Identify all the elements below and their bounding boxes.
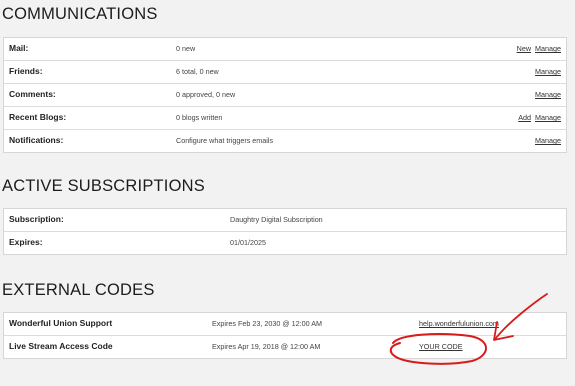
recent-blogs-value: 0 blogs written <box>176 113 223 122</box>
external-codes-title: EXTERNAL CODES <box>2 281 155 299</box>
comments-value: 0 approved, 0 new <box>176 90 236 99</box>
external-code-row: Live Stream Access Code Expires Apr 19, … <box>4 335 566 358</box>
external-code-expires: Expires Apr 19, 2018 @ 12:00 AM <box>212 342 321 351</box>
notifications-label: Notifications: <box>9 135 64 145</box>
subscriptions-panel: Subscription: Daughtry Digital Subscript… <box>3 208 567 255</box>
blogs-manage-link[interactable]: Manage <box>535 113 561 122</box>
notifications-value: Configure what triggers emails <box>176 136 274 145</box>
external-code-label: Live Stream Access Code <box>9 341 113 351</box>
external-codes-panel: Wonderful Union Support Expires Feb 23, … <box>3 312 567 359</box>
mail-value: 0 new <box>176 44 196 53</box>
blogs-add-link[interactable]: Add <box>518 113 531 122</box>
friends-value: 6 total, 0 new <box>176 67 219 76</box>
expires-row: Expires: 01/01/2025 <box>4 231 566 254</box>
comments-manage-link[interactable]: Manage <box>535 90 561 99</box>
communications-panel: Mail: 0 new New Manage Friends: 6 total,… <box>3 37 567 153</box>
support-link[interactable]: help.wonderfulunion.com <box>419 319 499 328</box>
your-code-link[interactable]: YOUR CODE <box>419 342 463 351</box>
comm-row-friends: Friends: 6 total, 0 new Manage <box>4 60 566 83</box>
mail-manage-link[interactable]: Manage <box>535 44 561 53</box>
expires-value: 01/01/2025 <box>230 238 266 247</box>
mail-label: Mail: <box>9 43 29 53</box>
recent-blogs-label: Recent Blogs: <box>9 112 67 122</box>
communications-title: COMMUNICATIONS <box>2 5 158 23</box>
mail-new-link[interactable]: New <box>517 44 531 53</box>
expires-label: Expires: <box>9 237 43 247</box>
friends-manage-link[interactable]: Manage <box>535 67 561 76</box>
external-code-expires: Expires Feb 23, 2030 @ 12:00 AM <box>212 319 322 328</box>
subscription-value: Daughtry Digital Subscription <box>230 215 323 224</box>
external-code-row: Wonderful Union Support Expires Feb 23, … <box>4 313 566 335</box>
comm-row-mail: Mail: 0 new New Manage <box>4 38 566 60</box>
comm-row-notifications: Notifications: Configure what triggers e… <box>4 129 566 152</box>
comm-row-comments: Comments: 0 approved, 0 new Manage <box>4 83 566 106</box>
subscriptions-title: ACTIVE SUBSCRIPTIONS <box>2 177 205 195</box>
notifications-manage-link[interactable]: Manage <box>535 136 561 145</box>
comments-label: Comments: <box>9 89 56 99</box>
friends-label: Friends: <box>9 66 43 76</box>
comm-row-recent-blogs: Recent Blogs: 0 blogs written Add Manage <box>4 106 566 129</box>
subscription-row: Subscription: Daughtry Digital Subscript… <box>4 209 566 231</box>
external-code-label: Wonderful Union Support <box>9 318 113 328</box>
subscription-label: Subscription: <box>9 214 64 224</box>
